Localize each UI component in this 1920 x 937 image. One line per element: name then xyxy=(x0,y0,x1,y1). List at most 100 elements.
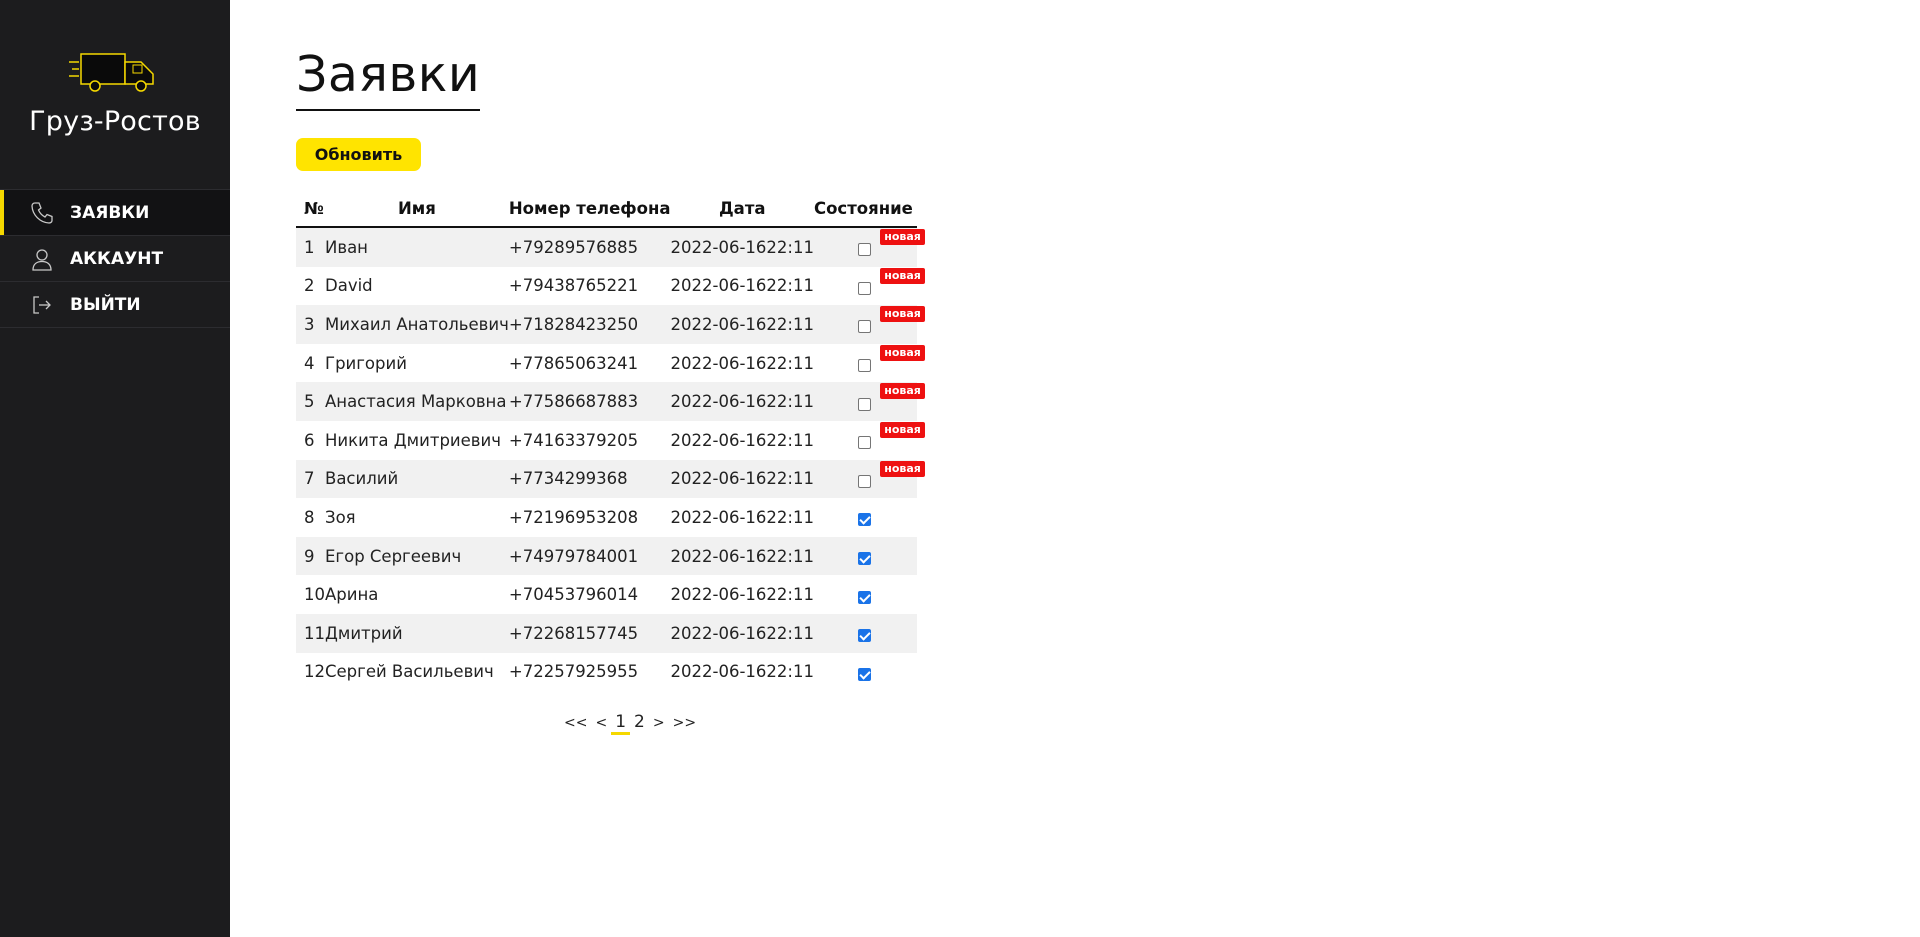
user-icon xyxy=(28,245,56,273)
row-time: 22:11 xyxy=(766,353,814,373)
status-checkbox[interactable] xyxy=(857,552,871,566)
row-name: Арина xyxy=(325,585,379,605)
pagination: << < 1 2 > >> xyxy=(560,712,700,735)
row-phone: +72268157745 xyxy=(508,613,671,653)
pagination-prev[interactable]: < xyxy=(591,715,611,735)
row-date: 2022-06-16 xyxy=(670,305,767,344)
pagination-last[interactable]: >> xyxy=(669,715,700,735)
orders-table: № Имя Номер телефона Дата Состояние 1 Ива… xyxy=(296,190,925,692)
row-date: 2022-06-16 xyxy=(670,382,767,421)
sidebar-item-logout[interactable]: ВЫЙТИ xyxy=(0,281,230,328)
status-checkbox[interactable] xyxy=(857,513,871,527)
row-name: Василий xyxy=(325,459,509,499)
status-checkbox[interactable] xyxy=(857,667,871,681)
table-row: 5 Анастасия Марковна +77586687883 2022-06-1… xyxy=(296,382,925,421)
row-num: 11 xyxy=(296,613,325,653)
sidebar-item-label: АККАУНТ xyxy=(70,248,164,269)
row-name: Анастасия Марковна xyxy=(325,382,509,421)
row-phone: +79289576885 xyxy=(508,227,671,267)
status-checkbox[interactable] xyxy=(857,281,871,295)
row-date: 2022-06-16 xyxy=(670,613,767,653)
row-date: 2022-06-16 xyxy=(670,353,767,373)
sidebar-item-account[interactable]: АККАУНТ xyxy=(0,235,230,281)
row-phone: +74163379205 xyxy=(508,430,639,450)
row-time: 22:11 xyxy=(766,507,814,527)
logout-icon xyxy=(28,291,56,319)
row-name: Никита Дмитриевич xyxy=(325,430,502,450)
row-time: 22:11 xyxy=(766,227,814,267)
row-phone: +77865063241 xyxy=(508,353,639,373)
sidebar-nav: ЗАЯВКИ АККАУНТ ВЫЙТИ xyxy=(0,189,230,328)
row-state xyxy=(814,498,917,537)
row-num: 3 xyxy=(296,305,325,344)
row-state xyxy=(814,575,917,614)
status-checkbox[interactable] xyxy=(857,243,871,257)
new-badge: новая xyxy=(880,460,925,477)
row-state: новая xyxy=(814,421,925,460)
row-time: 22:11 xyxy=(766,459,814,499)
truck-logo-icon xyxy=(69,53,154,92)
row-state xyxy=(814,653,917,692)
table-row: 11 Дмитрий +72268157745 2022-06-16 22:11 xyxy=(296,613,917,653)
row-num: 4 xyxy=(304,353,315,373)
row-state: новая xyxy=(814,344,925,383)
row-state: новая xyxy=(813,459,925,499)
pagination-first[interactable]: << xyxy=(560,715,591,735)
pagination-next[interactable]: > xyxy=(649,715,669,735)
status-checkbox[interactable] xyxy=(857,474,871,488)
status-checkbox[interactable] xyxy=(857,629,871,643)
row-name: Егор Сергеевич xyxy=(325,536,509,576)
table-row: 6 Никита Дмитриевич +74163379205 2022-06-16… xyxy=(296,421,925,460)
status-checkbox[interactable] xyxy=(857,590,871,604)
table-row: 10 Арина +70453796014 2022-06-16 22:11 xyxy=(296,575,917,614)
row-time: 22:11 xyxy=(766,662,814,682)
new-badge: новая xyxy=(880,344,925,361)
new-badge: новая xyxy=(880,383,925,400)
pagination-page-2[interactable]: 2 xyxy=(630,712,649,735)
row-date: 2022-06-16 xyxy=(670,276,767,296)
row-name: Сергей Васильевич xyxy=(325,662,494,682)
pagination-page-1[interactable]: 1 xyxy=(611,712,631,735)
header-name: Имя xyxy=(325,190,509,228)
row-num: 12 xyxy=(304,662,325,682)
row-num: 2 xyxy=(304,276,315,296)
status-checkbox[interactable] xyxy=(857,320,871,334)
row-num: 1 xyxy=(296,227,325,267)
status-checkbox[interactable] xyxy=(857,359,871,373)
row-phone: +77586687883 xyxy=(508,382,671,421)
row-date: 2022-06-16 xyxy=(670,536,767,576)
row-time: 22:11 xyxy=(766,276,814,296)
row-date: 2022-06-16 xyxy=(670,662,767,682)
sidebar: Груз-Ростов ЗАЯВКИ АККАУНТ ВЫЙТИ xyxy=(0,0,230,937)
row-date: 2022-06-16 xyxy=(670,430,767,450)
row-phone: +71828423250 xyxy=(508,305,671,344)
status-checkbox[interactable] xyxy=(857,436,871,450)
header-phone: Номер телефона xyxy=(508,190,671,228)
new-badge: новая xyxy=(880,421,925,438)
table-row: 8 Зоя +72196953208 2022-06-16 22:11 xyxy=(296,498,917,537)
row-num: 7 xyxy=(296,459,325,499)
row-name: Григорий xyxy=(325,353,407,373)
status-checkbox[interactable] xyxy=(857,397,871,411)
table-row: 2 David +79438765221 2022-06-16 22:11 новая xyxy=(296,267,925,306)
sidebar-item-label: ВЫЙТИ xyxy=(70,294,141,315)
page-title: Заявки xyxy=(296,46,481,111)
row-num: 5 xyxy=(296,382,325,421)
refresh-button[interactable]: Обновить xyxy=(296,138,421,171)
table-header-row: № Имя Номер телефона Дата Состояние xyxy=(296,190,917,228)
row-time: 22:11 xyxy=(766,305,814,344)
table-row: 9 Егор Сергеевич +74979784001 2022-06-16 22:… xyxy=(296,536,917,576)
row-date: 2022-06-16 xyxy=(670,585,767,605)
table-row: 7 Василий +7734299368 2022-06-16 22:11 новая xyxy=(296,459,925,499)
phone-icon xyxy=(28,199,56,227)
row-phone: +7734299368 xyxy=(508,459,671,499)
brand-name: Груз-Ростов xyxy=(29,106,201,137)
sidebar-item-orders[interactable]: ЗАЯВКИ xyxy=(0,189,230,235)
row-date: 2022-06-16 xyxy=(670,459,767,499)
row-time: 22:11 xyxy=(766,536,814,576)
row-state xyxy=(813,613,917,653)
row-phone: +74979784001 xyxy=(508,536,671,576)
row-state: новая xyxy=(813,382,925,421)
row-time: 22:11 xyxy=(766,585,814,605)
orders-table-body: 1 Иван +79289576885 2022-06-16 22:11 новая 2 Da… xyxy=(296,227,925,692)
